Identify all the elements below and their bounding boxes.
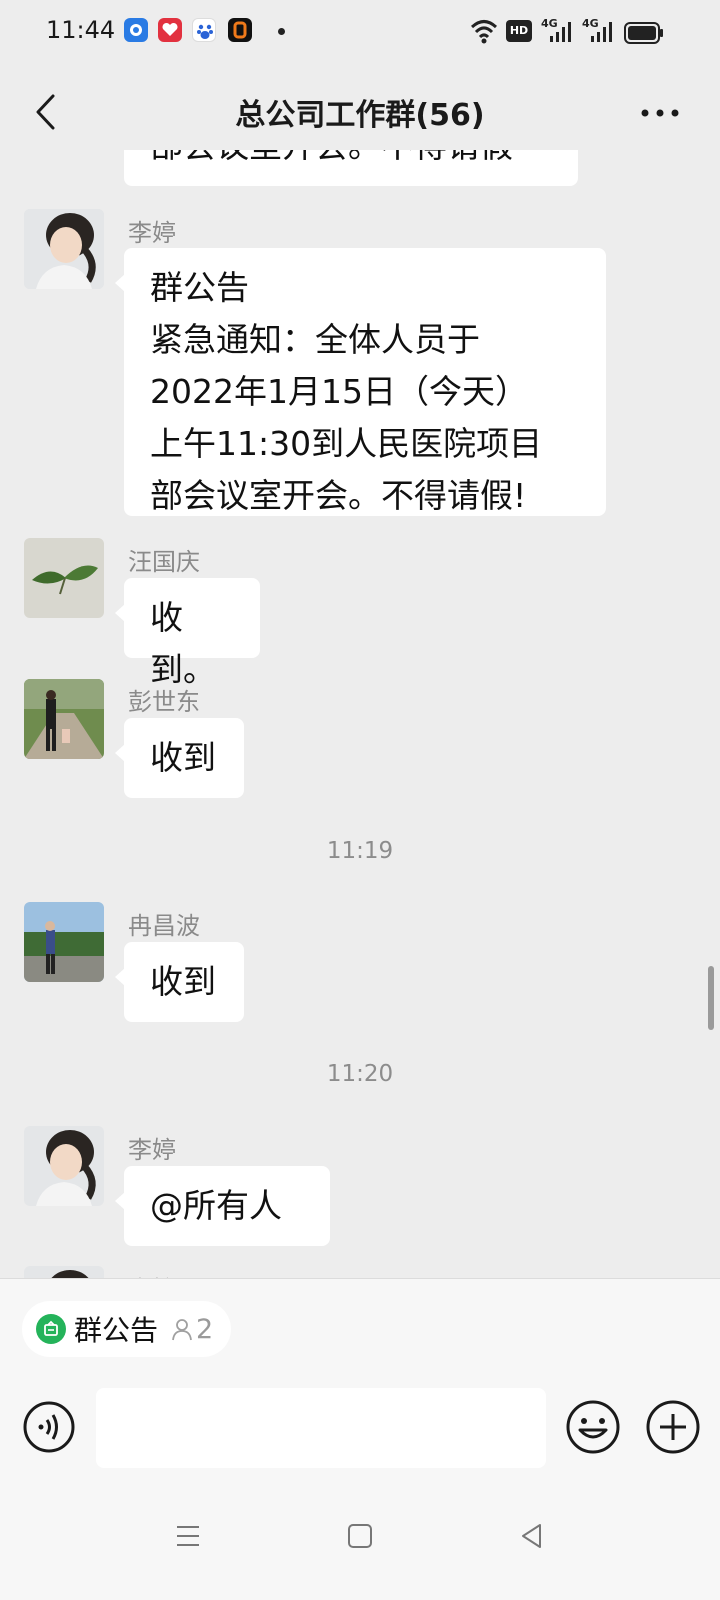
avatar-ranchangbo[interactable] (24, 902, 104, 982)
read-count-value: 2 (196, 1313, 214, 1345)
signal-icon-2 (591, 22, 612, 42)
avatar-liting[interactable] (24, 1266, 104, 1278)
back-triangle-icon[interactable] (518, 1522, 546, 1550)
message-bubble[interactable]: 收到 (115, 942, 244, 1022)
menu-lines-icon[interactable] (174, 1522, 202, 1550)
emoji-icon[interactable] (564, 1398, 622, 1456)
announcement-text: 群公告 紧急通知：全体人员于 2022年1月15日（今天） 上午11:30到人民… (150, 268, 543, 515)
sender-name: 李婷 (128, 219, 176, 247)
chat-title: 总公司工作群(56) (235, 98, 485, 133)
browser-app-icon (124, 18, 148, 42)
hd-badge: HD (506, 20, 532, 42)
group-notice-chip[interactable]: 群公告 2 (22, 1301, 232, 1357)
wifi-icon (470, 20, 498, 44)
read-count: 2 (170, 1314, 213, 1345)
plus-icon[interactable] (644, 1398, 702, 1456)
notice-label: 群公告 (74, 1314, 159, 1347)
chat-header: 总公司工作群(56) (0, 64, 720, 160)
status-bar: 11:44 HD 4G 4G (0, 0, 720, 64)
sender-name: 李婷 (128, 1270, 176, 1278)
status-time: 11:44 (46, 16, 116, 44)
message-list[interactable]: 部会议室开会。不得请假 李婷 群公告 紧急通知：全体人员于 2022年1月15日… (0, 150, 720, 1278)
avatar-pengshidong[interactable] (24, 679, 104, 759)
pinned-notice-bar: 群公告 2 (0, 1278, 720, 1378)
sender-name: 李婷 (128, 1136, 176, 1164)
notice-icon (36, 1314, 66, 1344)
sender-name: 汪国庆 (128, 548, 200, 576)
avatar-liting[interactable] (24, 1126, 104, 1206)
message-bubble[interactable]: 收到 (115, 718, 244, 798)
time-divider: 11:20 (326, 1061, 394, 1087)
sender-name: 彭世东 (128, 688, 200, 716)
input-bar (0, 1378, 720, 1478)
dark-app-icon (228, 18, 252, 42)
baidu-app-icon (192, 18, 216, 42)
message-bubble-partial[interactable]: 部会议室开会。不得请假 (124, 150, 578, 186)
message-bubble[interactable]: 群公告 紧急通知：全体人员于 2022年1月15日（今天） 上午11:30到人民… (115, 248, 606, 516)
more-dots-icon[interactable] (640, 108, 680, 118)
battery-icon (624, 22, 663, 44)
system-navigation-bar (0, 1478, 720, 1600)
voice-icon[interactable] (22, 1400, 76, 1454)
signal-icon (550, 22, 571, 42)
sender-name: 冉昌波 (128, 912, 200, 940)
message-bubble[interactable]: 收到。 (115, 578, 260, 689)
avatar-liting[interactable] (24, 209, 104, 289)
message-bubble[interactable]: @所有人 (115, 1166, 330, 1246)
person-icon (172, 1319, 192, 1341)
message-input[interactable] (96, 1388, 546, 1468)
shopping-app-icon (158, 18, 182, 42)
avatar-wangguoqing[interactable] (24, 538, 104, 618)
home-square-icon[interactable] (346, 1522, 374, 1550)
notification-dot (278, 28, 285, 35)
time-divider: 11:19 (326, 838, 394, 864)
scrollbar-thumb[interactable] (708, 966, 714, 1030)
